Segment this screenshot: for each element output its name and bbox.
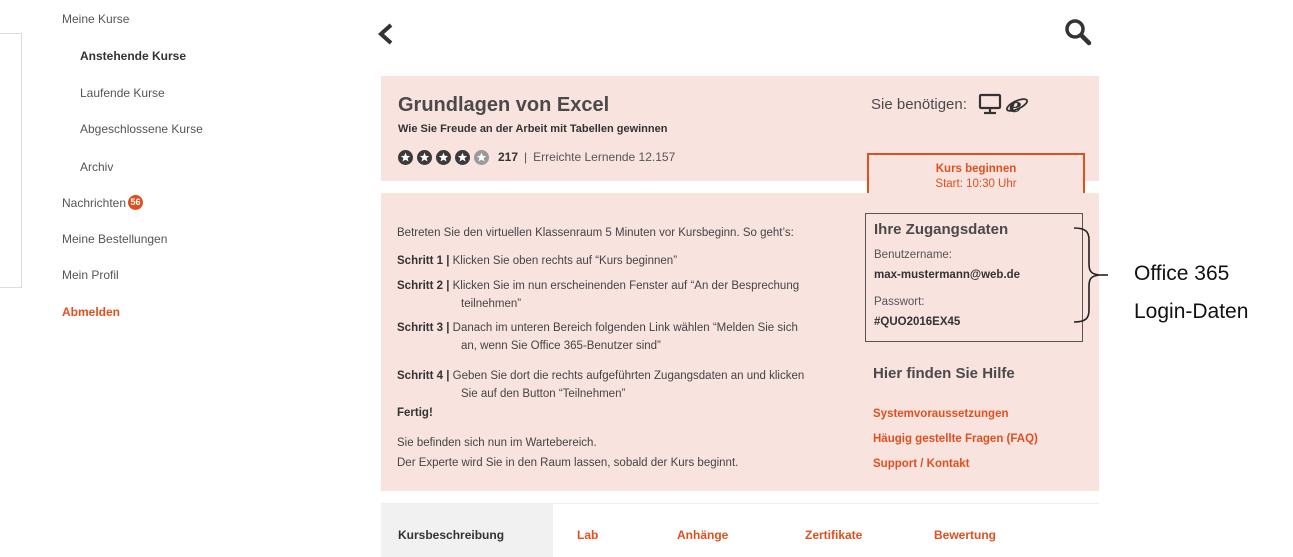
curly-brace-annotation [1073,227,1108,323]
start-time: Start: 10:30 Uhr [935,178,1017,190]
step-label: Schritt 4 | [397,370,450,382]
step-text-cont: teilnehmen” [461,298,522,310]
tab-bewertung[interactable]: Bewertung [934,504,996,557]
step-1: Schritt 1 | Klicken Sie oben rechts auf … [397,252,677,270]
sidebar-item-label: Nachrichten [62,196,127,210]
sidebar-item-archiv[interactable]: Archiv [80,160,113,174]
step-text: Danach im unteren Bereich folgenden Link… [452,322,798,334]
sidebar-item-anstehende-kurse[interactable]: Anstehende Kurse [80,49,186,63]
step-3: Schritt 3 | Danach im unteren Bereich fo… [397,319,798,355]
star-filled-icon [417,149,432,165]
monitor-icon [978,93,1002,115]
link-support[interactable]: Support / Kontakt [873,458,969,470]
star-filled-icon [455,149,470,165]
sidebar-item-nachrichten[interactable]: Nachrichten 56 [62,195,144,210]
instructions-panel: Betreten Sie den virtuellen Klassenraum … [381,193,1099,491]
course-header-panel: Grundlagen von Excel Wie Sie Freude an d… [381,76,1099,202]
star-filled-icon [436,149,451,165]
course-title: Grundlagen von Excel [398,94,610,116]
tab-lab[interactable]: Lab [577,504,598,557]
sidebar-item-abmelden[interactable]: Abmelden [62,305,120,319]
svg-text:e: e [1009,93,1022,115]
course-tabs: Kursbeschreibung Lab Anhänge Zertifikate… [381,503,1099,557]
sidebar-item-meine-kurse[interactable]: Meine Kurse [62,12,129,26]
tab-zertifikate[interactable]: Zertifikate [805,504,862,557]
access-data-title: Ihre Zugangsdaten [874,221,1009,238]
help-title: Hier finden Sie Hilfe [873,365,1015,382]
step-text-cont: an, wenn Sie Office 365-Benutzer sind” [461,340,661,352]
tab-kursbeschreibung[interactable]: Kursbeschreibung [381,504,553,557]
link-faq[interactable]: Häugig gestellte Fragen (FAQ) [873,433,1038,445]
rating-count: 217 [498,150,519,164]
waiting-note: Sie befinden sich nun im Wartebereich. [397,437,597,449]
star-empty-icon [474,149,489,165]
step-4: Schritt 4 | Geben Sie dort die rechts au… [397,367,804,403]
partial-card-edge [0,33,22,288]
annotation-line-1: Office 365 [1134,262,1230,285]
search-icon[interactable] [1064,18,1092,46]
step-label: Schritt 2 | [397,280,450,292]
step-text-cont: Sie auf den Button “Teilnehmen” [461,388,626,400]
start-course-label: Kurs beginnen [935,163,1017,175]
requirements-label: Sie benötigen: [871,96,967,113]
username-label: Benutzername: [874,249,952,261]
step-2: Schritt 2 | Klicken Sie im nun erscheine… [397,277,799,313]
username-value: max-mustermann@web.de [874,269,1021,281]
separator: | [524,150,528,164]
sidebar-item-abgeschlossene-kurse[interactable]: Abgeschlossene Kurse [80,122,203,136]
link-system-requirements[interactable]: Systemvoraussetzungen [873,408,1009,420]
back-arrow-icon[interactable] [376,22,396,46]
done-label: Fertig! [397,407,433,419]
step-text: Klicken Sie oben rechts auf “Kurs beginn… [452,255,678,267]
sidebar-item-mein-profil[interactable]: Mein Profil [62,268,119,282]
instructions-intro: Betreten Sie den virtuellen Klassenraum … [397,227,794,239]
learners-count: Erreichte Lernende 12.157 [533,150,676,164]
requirements-icons: e [978,93,1029,115]
step-label: Schritt 3 | [397,322,450,334]
step-label: Schritt 1 | [397,255,450,267]
sidebar-item-meine-bestellungen[interactable]: Meine Bestellungen [62,232,167,246]
password-label: Passwort: [874,296,925,308]
sidebar-item-laufende-kurse[interactable]: Laufende Kurse [80,86,165,100]
tab-anhaenge[interactable]: Anhänge [677,504,728,557]
step-text: Geben Sie dort die rechts aufgeführten Z… [452,370,805,382]
internet-explorer-icon: e [1005,93,1029,115]
expert-note: Der Experte wird Sie in den Raum lassen,… [397,457,739,469]
access-data-box: Ihre Zugangsdaten Benutzername: max-must… [865,213,1083,342]
annotation-line-2: Login-Daten [1134,300,1249,323]
step-text: Klicken Sie im nun erscheinenden Fenster… [452,280,800,292]
course-subtitle: Wie Sie Freude an der Arbeit mit Tabelle… [398,123,668,135]
unread-count-badge: 56 [128,195,144,210]
course-rating: 217 | Erreichte Lernende 12.157 [398,148,675,166]
star-filled-icon [398,149,413,165]
password-value: #QUO2016EX45 [874,316,961,328]
